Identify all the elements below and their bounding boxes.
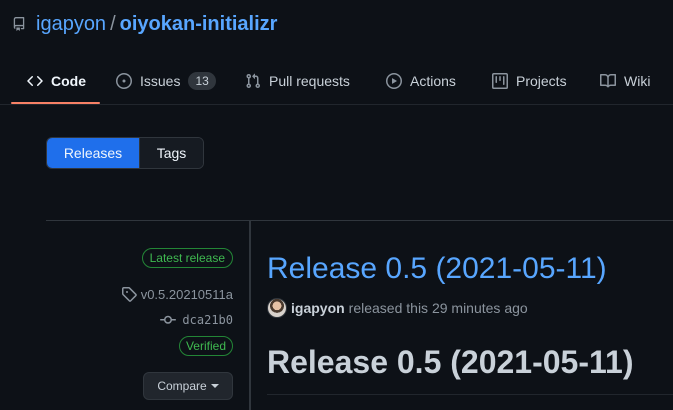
tab-pull-requests[interactable]: Pull requests — [245, 57, 350, 105]
tab-wiki-label: Wiki — [624, 73, 651, 89]
tab-issues-label: Issues — [140, 73, 181, 89]
tab-pull-requests-label: Pull requests — [269, 73, 350, 89]
play-icon — [386, 73, 402, 89]
release-time-text: released this 29 minutes ago — [348, 300, 528, 316]
code-icon — [27, 73, 43, 89]
release-tag-label: v0.5.20210511a — [140, 286, 233, 302]
tag-icon — [121, 286, 137, 302]
releases-tags-switch: Releases Tags — [46, 137, 204, 169]
compare-button-label: Compare — [157, 379, 207, 393]
git-pull-request-icon — [245, 73, 261, 89]
tags-tab-button[interactable]: Tags — [139, 138, 203, 168]
release-commit-link[interactable]: dca21b0 — [160, 312, 233, 328]
repo-name-link[interactable]: oiyokan-initializr — [120, 13, 278, 36]
release-meta: igapyon released this 29 minutes ago — [267, 298, 528, 318]
tab-actions[interactable]: Actions — [386, 57, 456, 105]
selected-tab-underline — [11, 102, 100, 104]
release-commit-hash: dca21b0 — [182, 313, 233, 327]
release-timeline-divider — [249, 221, 251, 410]
avatar[interactable] — [267, 298, 287, 318]
tab-projects[interactable]: Projects — [492, 57, 567, 105]
release-title-link[interactable]: Release 0.5 (2021-05-11) — [267, 252, 607, 286]
tab-code-label: Code — [51, 73, 86, 89]
latest-release-badge: Latest release — [141, 248, 233, 268]
release-author-link[interactable]: igapyon — [291, 300, 345, 316]
heading-rule — [267, 394, 673, 395]
repo-icon — [12, 16, 26, 32]
tab-code[interactable]: Code — [27, 57, 86, 105]
git-commit-icon — [160, 312, 177, 328]
book-icon — [600, 73, 616, 89]
repo-header: igapyon / oiyokan-initializr — [12, 12, 277, 36]
issue-opened-icon — [116, 73, 132, 89]
tab-issues[interactable]: Issues 13 — [116, 57, 216, 105]
releases-tab-button[interactable]: Releases — [47, 138, 139, 168]
release-tag-link[interactable]: v0.5.20210511a — [121, 286, 233, 302]
tab-actions-label: Actions — [410, 73, 456, 89]
verified-badge[interactable]: Verified — [178, 336, 233, 356]
issues-count-badge: 13 — [188, 72, 216, 90]
repo-separator: / — [110, 12, 116, 35]
project-icon — [492, 73, 508, 89]
chevron-down-icon — [210, 384, 219, 388]
tab-projects-label: Projects — [516, 73, 567, 89]
compare-button[interactable]: Compare — [143, 372, 233, 400]
tab-wiki[interactable]: Wiki — [600, 57, 650, 105]
release-body-heading: Release 0.5 (2021-05-11) — [267, 344, 634, 380]
repo-tabs: Code Issues 13 Pull requests Actions Pro… — [0, 57, 673, 105]
repo-owner-link[interactable]: igapyon — [36, 13, 106, 36]
section-divider — [46, 220, 673, 221]
